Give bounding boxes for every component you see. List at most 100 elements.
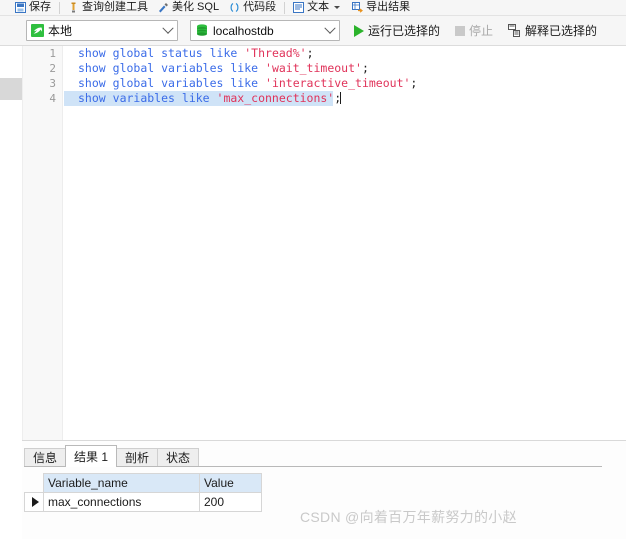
code-token-str: 'max_connections' <box>216 91 335 105</box>
query-builder-icon <box>68 2 79 13</box>
connection-value: 本地 <box>48 24 73 38</box>
grid-column-header[interactable]: Value <box>199 473 262 493</box>
results-tabs[interactable]: 信息 结果 1 剖析 状态 <box>24 445 200 467</box>
results-grid-body[interactable]: max_connections 200 <box>24 492 262 512</box>
top-toolbar: 保存 查询创建工具 美化 SQL 代码段 文本 导出结果 <box>0 0 626 16</box>
code-token-pun <box>258 61 265 75</box>
code-token-str: 'wait_timeout' <box>265 61 362 75</box>
code-token-pun: ; <box>410 76 418 90</box>
export-result-label: 导出结果 <box>366 1 411 13</box>
database-value: localhostdb <box>213 23 274 38</box>
code-snippet-button[interactable]: 代码段 <box>224 0 281 15</box>
database-icon <box>196 24 208 37</box>
code-token-kw: variables <box>161 76 224 90</box>
play-icon <box>354 24 364 37</box>
results-tab[interactable]: 状态 <box>157 448 200 467</box>
code-token-str: 'Thread%' <box>244 46 307 60</box>
results-grid-header-row: Variable_name Value <box>25 473 262 493</box>
query-toolbar: 本地 localhostdb 运行已选择的 停止 解释已选择的 <box>0 16 626 46</box>
code-token-pun <box>106 46 113 60</box>
collapsed-sidebar-handle[interactable] <box>0 78 22 100</box>
table-row[interactable]: max_connections 200 <box>24 492 262 512</box>
run-selected-button[interactable]: 运行已选择的 <box>350 20 444 42</box>
code-token-kw: show <box>78 61 106 75</box>
save-label: 保存 <box>29 1 51 13</box>
export-result-icon <box>352 2 364 13</box>
code-line[interactable]: show global variables like 'interactive_… <box>64 76 626 91</box>
beautify-sql-button[interactable]: 美化 SQL <box>153 0 224 15</box>
database-select[interactable]: localhostdb <box>190 20 340 41</box>
code-token-kw: like <box>209 46 238 60</box>
grid-cell[interactable]: 200 <box>199 492 262 512</box>
run-selected-label: 运行已选择的 <box>368 24 441 38</box>
code-line[interactable]: show variables like 'max_connections'; <box>64 91 342 106</box>
grid-cell[interactable]: max_connections <box>43 492 200 512</box>
query-builder-label: 查询创建工具 <box>82 1 148 13</box>
line-number: 3 <box>49 77 56 90</box>
code-token-kw: global <box>112 76 155 90</box>
code-token-kw: show <box>78 91 106 105</box>
left-panel-gap <box>0 46 22 440</box>
code-token-str: 'interactive_timeout' <box>265 76 411 90</box>
grid-column-header[interactable]: Variable_name <box>43 473 200 493</box>
code-line[interactable]: show global variables like 'wait_timeout… <box>64 61 626 76</box>
text-format-button[interactable]: 文本 <box>288 0 347 15</box>
results-tab[interactable]: 信息 <box>24 448 67 467</box>
code-token-kw: show <box>78 76 106 90</box>
connection-dropdown-arrow[interactable] <box>159 21 177 40</box>
code-token-pun <box>210 91 217 105</box>
code-token-pun: ; <box>361 61 369 75</box>
stop-button[interactable]: 停止 <box>451 20 497 42</box>
editor-gutter: 1 2 3 4 <box>23 46 63 440</box>
save-icon <box>15 2 26 13</box>
code-token-pun: ; <box>306 46 314 60</box>
code-token-kw: global <box>112 61 155 75</box>
code-token-pun <box>175 91 182 105</box>
connection-select[interactable]: 本地 <box>26 20 178 41</box>
grid-corner-cell <box>25 474 44 493</box>
code-token-pun <box>106 76 113 90</box>
results-tab[interactable]: 结果 1 <box>65 445 118 467</box>
sql-editor[interactable]: 1234 show global status like 'Thread%'; s… <box>22 46 626 440</box>
code-token-kw: like <box>181 91 210 105</box>
code-token-pun <box>106 61 113 75</box>
text-format-label: 文本 <box>307 1 330 13</box>
export-result-button[interactable]: 导出结果 <box>347 0 415 15</box>
save-button[interactable]: 保存 <box>10 0 56 15</box>
code-token-pun <box>106 91 113 105</box>
text-cursor <box>340 92 342 104</box>
results-tab[interactable]: 剖析 <box>116 448 159 467</box>
explain-icon <box>508 24 521 37</box>
database-dropdown-arrow[interactable] <box>321 21 339 40</box>
code-token-pun <box>258 76 265 90</box>
editor-code-area[interactable]: show global status like 'Thread%'; show g… <box>64 46 626 440</box>
text-icon <box>293 2 305 13</box>
line-number: 4 <box>49 92 56 105</box>
mysql-dolphin-icon <box>31 24 44 37</box>
explain-selected-label: 解释已选择的 <box>525 24 598 38</box>
explain-selected-button[interactable]: 解释已选择的 <box>504 20 601 42</box>
code-token-kw: show <box>78 46 106 60</box>
code-token-kw: variables <box>112 91 175 105</box>
toolbar-separator-2 <box>284 1 286 14</box>
code-token-kw: like <box>230 76 259 90</box>
code-snippet-icon <box>229 2 240 13</box>
code-token-kw: variables <box>161 61 224 75</box>
code-snippet-label: 代码段 <box>243 1 277 13</box>
code-token-kw: status <box>161 46 203 60</box>
current-row-arrow-icon <box>32 497 39 507</box>
stop-label: 停止 <box>469 24 494 38</box>
results-grid[interactable]: Variable_name Value max_connections 200 <box>24 473 262 512</box>
results-panel: 信息 结果 1 剖析 状态 Variable_name Value max_connec… <box>0 440 626 539</box>
toolbar-separator-1 <box>59 1 60 14</box>
row-selector[interactable] <box>24 492 44 512</box>
query-builder-button[interactable]: 查询创建工具 <box>63 0 153 15</box>
beautify-sql-label: 美化 SQL <box>172 1 220 13</box>
chevron-down-icon[interactable] <box>334 6 341 9</box>
beautify-sql-icon <box>158 2 169 13</box>
stop-icon <box>455 25 466 36</box>
code-token-pun <box>203 46 210 60</box>
line-number: 2 <box>49 62 56 75</box>
code-token-kw: global <box>112 46 155 60</box>
code-line[interactable]: show global status like 'Thread%'; <box>64 46 626 61</box>
